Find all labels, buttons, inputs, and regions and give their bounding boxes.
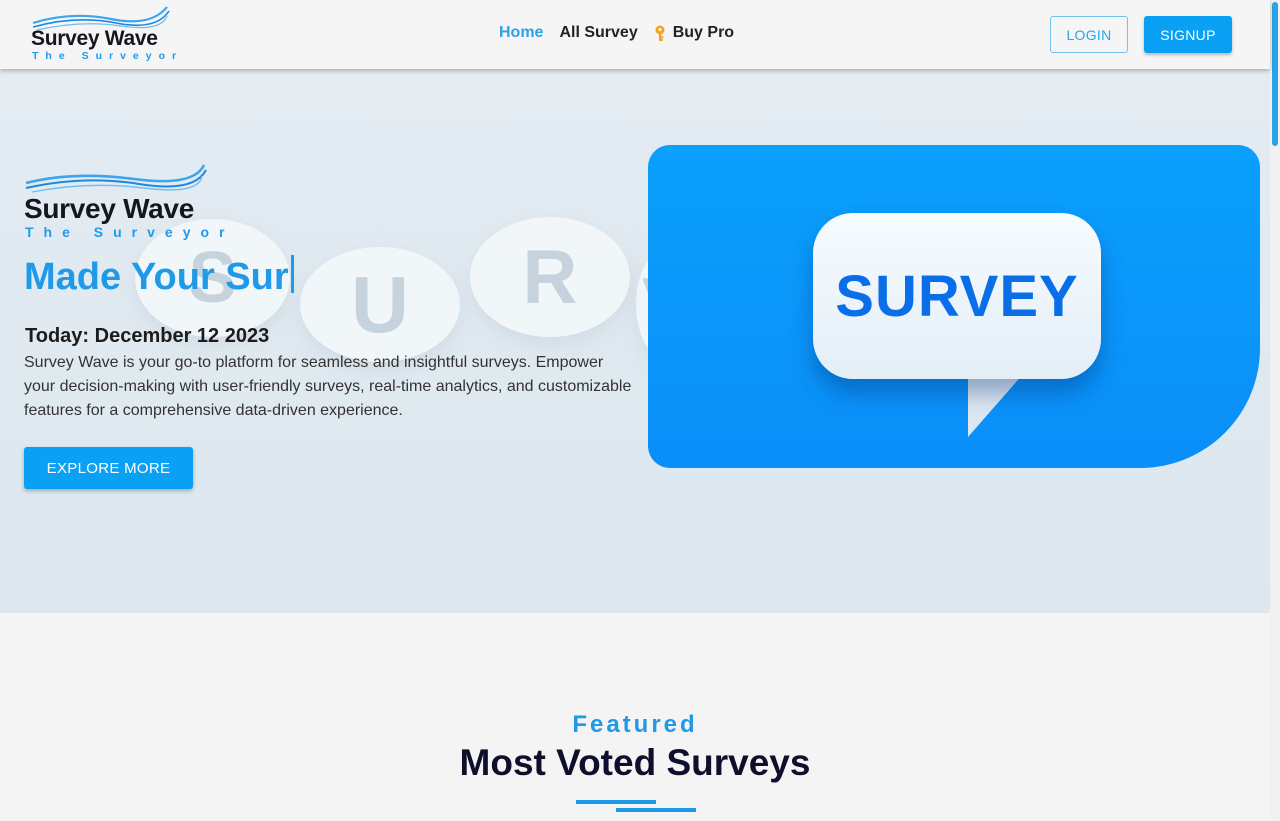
hero-logo: Survey Wave The Surveyor xyxy=(24,163,224,240)
hero-description: Survey Wave is your go-to platform for s… xyxy=(24,354,632,419)
hero-logo-tagline: The Surveyor xyxy=(25,224,235,240)
key-icon xyxy=(655,25,665,41)
hero-headline: Made Your Sur xyxy=(24,255,294,299)
featured-label: Featured xyxy=(572,711,698,738)
title-underline xyxy=(576,800,656,804)
hero-section: S U R V Survey Wave The Surveyor Made Yo… xyxy=(0,69,1270,613)
wave-logo-icon xyxy=(25,164,207,193)
title-underline xyxy=(616,808,696,812)
speech-bubble-text: SURVEY xyxy=(835,263,1079,329)
page-scrollbar[interactable] xyxy=(1270,0,1280,821)
nav-home-link[interactable]: Home xyxy=(499,24,543,42)
logo-tagline: The Surveyor xyxy=(32,50,184,62)
nav-buy-pro-link[interactable]: Buy Pro xyxy=(654,24,734,42)
background-letter-bubble: R xyxy=(470,217,630,337)
explore-more-button[interactable]: EXPLORE MORE xyxy=(24,447,193,489)
speech-tail-icon xyxy=(968,373,1024,437)
scrollbar-thumb[interactable] xyxy=(1272,2,1278,146)
signup-button[interactable]: SIGNUP xyxy=(1144,16,1232,53)
typing-caret xyxy=(290,255,294,293)
nav-buy-pro-label: Buy Pro xyxy=(672,24,735,41)
today-date: Today: December 12 2023 xyxy=(25,325,270,347)
survey-hero-image: SURVEY xyxy=(648,145,1260,468)
nav-all-survey-link[interactable]: All Survey xyxy=(559,24,637,42)
main-nav: Home All Survey Buy Pro xyxy=(499,24,734,42)
logo-brand-name: Survey Wave xyxy=(31,27,158,50)
speech-bubble: SURVEY xyxy=(813,213,1101,379)
hero-headline-text: Made Your Sur xyxy=(24,256,289,298)
site-logo[interactable]: Survey Wave The Surveyor xyxy=(31,5,181,63)
login-button[interactable]: LOGIN xyxy=(1050,16,1128,53)
background-letter-bubble: U xyxy=(300,247,460,362)
top-navbar: Survey Wave The Surveyor Home All Survey… xyxy=(0,0,1270,69)
section-title: Most Voted Surveys xyxy=(459,742,811,783)
hero-logo-brand-name: Survey Wave xyxy=(24,193,194,224)
